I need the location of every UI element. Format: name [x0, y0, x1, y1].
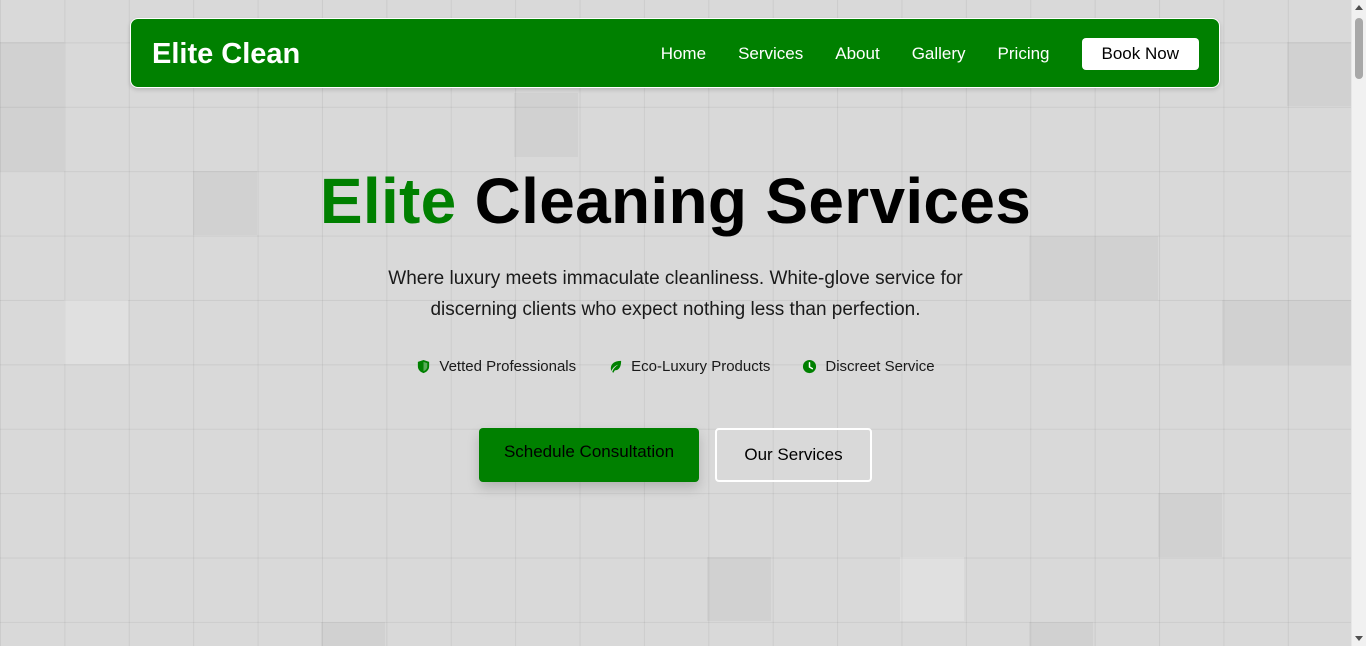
background-tile	[1287, 42, 1351, 106]
background-tile	[1158, 493, 1222, 557]
feature-item: Vetted Professionals	[416, 358, 576, 375]
background-tile	[321, 622, 385, 646]
vertical-scrollbar[interactable]	[1351, 0, 1366, 646]
background-tile	[707, 557, 771, 621]
background-tile	[900, 557, 964, 621]
feature-label: Vetted Professionals	[439, 358, 577, 375]
clock-icon	[803, 359, 817, 374]
feature-label: Eco-Luxury Products	[631, 358, 771, 375]
scroll-down-arrow-icon[interactable]	[1355, 636, 1363, 641]
background-tile	[1222, 300, 1351, 364]
book-now-button[interactable]: Book Now	[1081, 38, 1199, 70]
hero-subtitle: Where luxury meets immaculate cleanlines…	[388, 268, 963, 320]
nav-link-home[interactable]: Home	[661, 44, 706, 64]
background-tile	[514, 93, 578, 157]
shield-icon	[418, 359, 430, 374]
scroll-up-arrow-icon[interactable]	[1355, 5, 1363, 10]
background-tile	[64, 300, 128, 364]
hero-title-rest: Cleaning Services	[456, 165, 1032, 237]
hero-title-accent: Elite	[319, 165, 457, 237]
brand-logo[interactable]: Elite Clean	[152, 37, 300, 71]
nav-link-services[interactable]: Services	[738, 44, 803, 64]
feature-item: Discreet Service	[802, 358, 935, 375]
top-navbar: Elite Clean Home Services About Gallery …	[130, 18, 1220, 88]
background-tile	[1029, 622, 1093, 646]
nav-links: Home Services About Gallery Pricing Book…	[661, 37, 1199, 71]
background-tile	[1029, 236, 1158, 300]
feature-label: Discreet Service	[825, 358, 935, 375]
our-services-button[interactable]: Our Services	[715, 428, 872, 482]
feature-list: Vetted Professionals Eco-Luxury Products…	[0, 358, 1351, 375]
nav-link-about[interactable]: About	[835, 44, 879, 64]
nav-link-gallery[interactable]: Gallery	[912, 44, 966, 64]
nav-link-pricing[interactable]: Pricing	[998, 44, 1050, 64]
schedule-consultation-button[interactable]: Schedule Consultation	[479, 428, 699, 482]
feature-item: Eco-Luxury Products	[608, 358, 770, 375]
hero-title: Elite Cleaning Services	[0, 163, 1351, 239]
scroll-thumb[interactable]	[1355, 18, 1363, 79]
background-tile	[0, 42, 64, 171]
leaf-icon	[610, 360, 622, 373]
